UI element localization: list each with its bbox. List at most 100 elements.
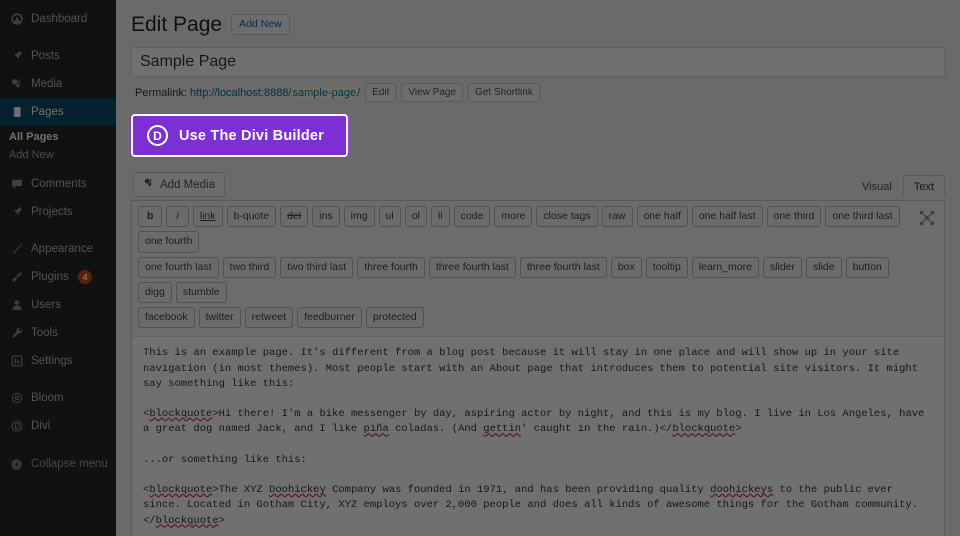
quicktag-button[interactable]: one fourth last: [138, 256, 219, 278]
sidebar-item-posts[interactable]: Posts: [0, 42, 116, 70]
quicktags-row: one fourth last two third two third last th…: [138, 256, 938, 304]
admin-sidebar: Dashboard Posts Media Pages All Pages Ad…: [0, 0, 116, 536]
sidebar-item-appearance[interactable]: Appearance: [0, 235, 116, 263]
quicktag-button[interactable]: code: [453, 206, 491, 228]
post-title-input[interactable]: [131, 47, 945, 78]
quicktag-button[interactable]: li: [430, 206, 450, 228]
plugins-update-badge: 4: [77, 269, 93, 285]
quicktag-button[interactable]: ins: [312, 206, 340, 228]
page-header: Edit Page Add New: [131, 6, 945, 47]
sidebar-item-comments[interactable]: Comments: [0, 170, 116, 198]
pin-icon: [9, 205, 24, 220]
sidebar-item-pages[interactable]: Pages: [0, 98, 116, 126]
plugin-icon: [9, 270, 24, 285]
quicktag-button[interactable]: protected: [365, 307, 424, 329]
permalink-trailing-slash: /: [357, 86, 361, 99]
permalink-row: Permalink: http://localhost:8888/ sample…: [131, 77, 945, 103]
quicktag-button[interactable]: img: [343, 206, 375, 228]
quicktag-button[interactable]: slide: [806, 256, 842, 278]
quicktag-button[interactable]: three fourth: [357, 256, 425, 278]
quicktag-button[interactable]: del: [280, 206, 309, 228]
quicktag-button[interactable]: learn_more: [691, 256, 759, 278]
quicktag-button[interactable]: link: [192, 206, 223, 228]
post-content-textarea[interactable]: This is an example page. It's different …: [132, 337, 944, 536]
sidebar-item-media[interactable]: Media: [0, 70, 116, 98]
quicktag-button[interactable]: tooltip: [645, 256, 688, 278]
sidebar-divider: [0, 33, 116, 42]
quicktag-button[interactable]: one third: [766, 206, 822, 228]
sidebar-item-settings[interactable]: Settings: [0, 347, 116, 375]
collapse-menu-button[interactable]: Collapse menu: [0, 450, 116, 478]
quicktag-button[interactable]: facebook: [138, 307, 195, 329]
quicktag-button[interactable]: raw: [601, 206, 633, 228]
quicktag-button[interactable]: ol: [404, 206, 427, 228]
quicktag-button[interactable]: digg: [138, 281, 172, 304]
sidebar-item-projects[interactable]: Projects: [0, 198, 116, 226]
quicktag-button[interactable]: twitter: [198, 307, 241, 329]
sidebar-item-tools[interactable]: Tools: [0, 319, 116, 347]
distraction-free-icon[interactable]: [918, 209, 936, 227]
sidebar-divider: [0, 226, 116, 235]
get-shortlink-button[interactable]: Get Shortlink: [468, 83, 540, 103]
quicktag-button[interactable]: three fourth last: [428, 256, 516, 278]
quicktag-button[interactable]: retweet: [244, 307, 294, 329]
collapse-arrow-icon: [9, 457, 24, 472]
sidebar-item-label: Media: [31, 78, 63, 90]
quicktag-button[interactable]: b-quote: [226, 206, 277, 228]
quicktag-button[interactable]: ul: [378, 206, 401, 228]
quicktag-button[interactable]: one third last: [825, 206, 900, 228]
quicktag-button[interactable]: one half last: [691, 206, 763, 228]
quicktag-button[interactable]: three fourth last: [519, 256, 607, 278]
editor-top-bar: Add Media Visual Text: [131, 172, 945, 200]
collapse-menu-wrapper: Collapse menu: [0, 450, 116, 478]
submenu-item-add-new[interactable]: Add New: [0, 146, 116, 164]
quicktag-button[interactable]: two third: [222, 256, 277, 278]
quicktag-button[interactable]: more: [494, 206, 533, 228]
comment-icon: [9, 177, 24, 192]
sidebar-divider: [0, 375, 116, 384]
quicktag-button[interactable]: i: [166, 206, 189, 228]
sidebar-item-label: Dashboard: [31, 13, 88, 25]
page-title: Edit Page: [131, 13, 223, 36]
sidebar-item-label: Posts: [31, 50, 60, 62]
bloom-icon: [9, 391, 24, 406]
quicktag-button[interactable]: feedburner: [297, 307, 362, 329]
sidebar-item-label: Divi: [31, 420, 51, 432]
view-page-button[interactable]: View Page: [401, 83, 464, 103]
tab-visual[interactable]: Visual: [851, 175, 903, 197]
quicktag-button[interactable]: close tags: [536, 206, 598, 228]
wordpress-admin-screen: Dashboard Posts Media Pages All Pages Ad…: [0, 0, 960, 536]
sidebar-item-label: Users: [31, 299, 62, 311]
sidebar-item-users[interactable]: Users: [0, 291, 116, 319]
quicktag-button[interactable]: slider: [762, 256, 803, 278]
quicktag-button[interactable]: one half: [636, 206, 688, 228]
brush-icon: [9, 242, 24, 257]
sidebar-item-label: Tools: [31, 327, 58, 339]
use-divi-builder-label: Use The Divi Builder: [179, 127, 325, 144]
quicktag-button[interactable]: b: [138, 206, 163, 228]
content-paragraph: This is an example page. It's different …: [143, 347, 925, 390]
tab-text[interactable]: Text: [902, 175, 945, 198]
sidebar-item-plugins[interactable]: Plugins 4: [0, 263, 116, 291]
permalink-base-url[interactable]: http://localhost:8888/: [190, 87, 292, 99]
sidebar-item-label: Bloom: [31, 392, 64, 404]
add-media-label: Add Media: [160, 178, 215, 191]
edit-permalink-button[interactable]: Edit: [365, 83, 397, 103]
permalink-slug[interactable]: sample-page: [291, 86, 358, 99]
sidebar-item-divi[interactable]: Divi: [0, 412, 116, 440]
add-media-button[interactable]: Add Media: [133, 172, 225, 198]
use-divi-builder-button[interactable]: D Use The Divi Builder: [131, 114, 349, 157]
submenu-item-all-pages[interactable]: All Pages: [0, 128, 116, 146]
quicktags-row: facebook twitter retweet feedburner protecte…: [138, 307, 938, 329]
add-new-button[interactable]: Add New: [231, 14, 290, 35]
quicktag-button[interactable]: box: [610, 256, 642, 278]
quicktag-button[interactable]: two third last: [280, 256, 354, 278]
sidebar-item-label: Comments: [31, 178, 87, 190]
quicktag-button[interactable]: one fourth: [138, 231, 200, 253]
quicktag-button[interactable]: stumble: [175, 281, 227, 304]
quicktag-button[interactable]: button: [845, 256, 889, 278]
submenu-label: Add New: [9, 149, 54, 161]
sidebar-item-bloom[interactable]: Bloom: [0, 384, 116, 412]
pin-icon: [9, 49, 24, 64]
sidebar-item-dashboard[interactable]: Dashboard: [0, 5, 116, 33]
